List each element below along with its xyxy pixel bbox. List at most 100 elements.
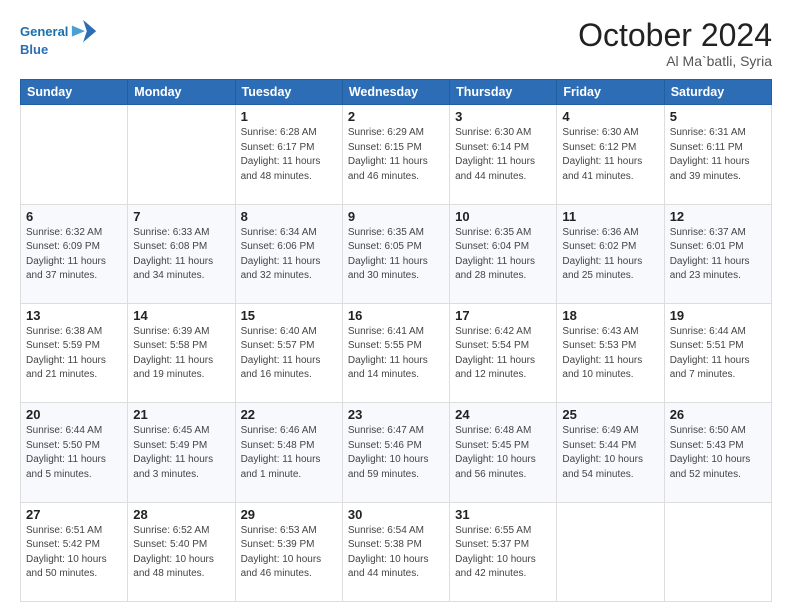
day-info: Sunrise: 6:49 AM Sunset: 5:44 PM Dayligh… xyxy=(562,424,658,482)
day-number: 23 xyxy=(348,407,444,422)
day-info: Sunrise: 6:46 AM Sunset: 5:48 PM Dayligh… xyxy=(241,424,337,482)
day-info: Sunrise: 6:54 AM Sunset: 5:38 PM Dayligh… xyxy=(348,524,444,582)
day-number: 8 xyxy=(241,209,337,224)
day-info: Sunrise: 6:31 AM Sunset: 6:11 PM Dayligh… xyxy=(670,126,766,184)
calendar-cell: 12 Sunrise: 6:37 AM Sunset: 6:01 PM Dayli… xyxy=(664,204,771,303)
day-info: Sunrise: 6:52 AM Sunset: 5:40 PM Dayligh… xyxy=(133,524,229,582)
month-title: October 2024 xyxy=(578,18,772,53)
day-number: 28 xyxy=(133,507,229,522)
day-info: Sunrise: 6:55 AM Sunset: 5:37 PM Dayligh… xyxy=(455,524,551,582)
weekday-header-monday: Monday xyxy=(128,80,235,105)
calendar-cell: 15 Sunrise: 6:40 AM Sunset: 5:57 PM Dayli… xyxy=(235,303,342,402)
day-number: 30 xyxy=(348,507,444,522)
day-info: Sunrise: 6:42 AM Sunset: 5:54 PM Dayligh… xyxy=(455,325,551,383)
day-info: Sunrise: 6:32 AM Sunset: 6:09 PM Dayligh… xyxy=(26,226,122,284)
day-number: 25 xyxy=(562,407,658,422)
calendar-cell xyxy=(557,502,664,601)
day-info: Sunrise: 6:36 AM Sunset: 6:02 PM Dayligh… xyxy=(562,226,658,284)
calendar-cell: 27Sunrise: 6:51 AM Sunset: 5:42 PM Dayli… xyxy=(21,502,128,601)
logo-text: General xyxy=(20,24,68,40)
calendar-cell: 20Sunrise: 6:44 AM Sunset: 5:50 PM Dayli… xyxy=(21,403,128,502)
day-info: Sunrise: 6:30 AM Sunset: 6:12 PM Dayligh… xyxy=(562,126,658,184)
day-number: 24 xyxy=(455,407,551,422)
day-number: 15 xyxy=(241,308,337,323)
calendar-cell: 22 Sunrise: 6:46 AM Sunset: 5:48 PM Dayli… xyxy=(235,403,342,502)
calendar-cell: 5 Sunrise: 6:31 AM Sunset: 6:11 PM Daylig… xyxy=(664,105,771,204)
location-title: Al Ma`batli, Syria xyxy=(578,53,772,69)
day-info: Sunrise: 6:39 AM Sunset: 5:58 PM Dayligh… xyxy=(133,325,229,383)
calendar-table: SundayMondayTuesdayWednesdayThursdayFrid… xyxy=(20,79,772,602)
day-number: 17 xyxy=(455,308,551,323)
calendar-cell: 8Sunrise: 6:34 AM Sunset: 6:06 PM Daylig… xyxy=(235,204,342,303)
calendar-cell xyxy=(21,105,128,204)
calendar-cell: 23Sunrise: 6:47 AM Sunset: 5:46 PM Dayli… xyxy=(342,403,449,502)
day-number: 21 xyxy=(133,407,229,422)
header: General Blue October 2024 Al Ma`batli, S… xyxy=(20,18,772,69)
day-number: 7 xyxy=(133,209,229,224)
calendar-week-2: 6 Sunrise: 6:32 AM Sunset: 6:09 PM Daylig… xyxy=(21,204,772,303)
calendar-cell: 4 Sunrise: 6:30 AM Sunset: 6:12 PM Daylig… xyxy=(557,105,664,204)
calendar-cell: 19Sunrise: 6:44 AM Sunset: 5:51 PM Dayli… xyxy=(664,303,771,402)
day-number: 31 xyxy=(455,507,551,522)
calendar-cell: 25 Sunrise: 6:49 AM Sunset: 5:44 PM Dayli… xyxy=(557,403,664,502)
logo-icon xyxy=(70,18,98,46)
calendar-cell: 6 Sunrise: 6:32 AM Sunset: 6:09 PM Daylig… xyxy=(21,204,128,303)
day-number: 29 xyxy=(241,507,337,522)
day-info: Sunrise: 6:28 AM Sunset: 6:17 PM Dayligh… xyxy=(241,126,337,184)
day-number: 1 xyxy=(241,109,337,124)
title-block: October 2024 Al Ma`batli, Syria xyxy=(578,18,772,69)
calendar-cell: 21 Sunrise: 6:45 AM Sunset: 5:49 PM Dayli… xyxy=(128,403,235,502)
day-info: Sunrise: 6:33 AM Sunset: 6:08 PM Dayligh… xyxy=(133,226,229,284)
day-number: 5 xyxy=(670,109,766,124)
calendar-cell: 7 Sunrise: 6:33 AM Sunset: 6:08 PM Daylig… xyxy=(128,204,235,303)
calendar-cell xyxy=(128,105,235,204)
logo: General Blue xyxy=(20,18,98,58)
calendar-week-5: 27Sunrise: 6:51 AM Sunset: 5:42 PM Dayli… xyxy=(21,502,772,601)
day-number: 14 xyxy=(133,308,229,323)
day-info: Sunrise: 6:45 AM Sunset: 5:49 PM Dayligh… xyxy=(133,424,229,482)
day-info: Sunrise: 6:41 AM Sunset: 5:55 PM Dayligh… xyxy=(348,325,444,383)
day-number: 6 xyxy=(26,209,122,224)
calendar-cell: 29 Sunrise: 6:53 AM Sunset: 5:39 PM Dayli… xyxy=(235,502,342,601)
weekday-header-friday: Friday xyxy=(557,80,664,105)
calendar-cell: 11 Sunrise: 6:36 AM Sunset: 6:02 PM Dayli… xyxy=(557,204,664,303)
calendar-cell: 9Sunrise: 6:35 AM Sunset: 6:05 PM Daylig… xyxy=(342,204,449,303)
calendar-cell: 24Sunrise: 6:48 AM Sunset: 5:45 PM Dayli… xyxy=(450,403,557,502)
calendar-cell: 30 Sunrise: 6:54 AM Sunset: 5:38 PM Dayli… xyxy=(342,502,449,601)
day-number: 10 xyxy=(455,209,551,224)
day-info: Sunrise: 6:29 AM Sunset: 6:15 PM Dayligh… xyxy=(348,126,444,184)
calendar-week-4: 20Sunrise: 6:44 AM Sunset: 5:50 PM Dayli… xyxy=(21,403,772,502)
calendar-cell: 13Sunrise: 6:38 AM Sunset: 5:59 PM Dayli… xyxy=(21,303,128,402)
day-info: Sunrise: 6:30 AM Sunset: 6:14 PM Dayligh… xyxy=(455,126,551,184)
day-number: 22 xyxy=(241,407,337,422)
weekday-header-tuesday: Tuesday xyxy=(235,80,342,105)
calendar-week-1: 1 Sunrise: 6:28 AM Sunset: 6:17 PM Daylig… xyxy=(21,105,772,204)
weekday-header-thursday: Thursday xyxy=(450,80,557,105)
calendar-cell xyxy=(664,502,771,601)
day-number: 18 xyxy=(562,308,658,323)
day-number: 26 xyxy=(670,407,766,422)
calendar-cell: 18 Sunrise: 6:43 AM Sunset: 5:53 PM Dayli… xyxy=(557,303,664,402)
day-number: 19 xyxy=(670,308,766,323)
day-number: 11 xyxy=(562,209,658,224)
day-info: Sunrise: 6:40 AM Sunset: 5:57 PM Dayligh… xyxy=(241,325,337,383)
calendar-cell: 16 Sunrise: 6:41 AM Sunset: 5:55 PM Dayli… xyxy=(342,303,449,402)
day-info: Sunrise: 6:43 AM Sunset: 5:53 PM Dayligh… xyxy=(562,325,658,383)
day-info: Sunrise: 6:38 AM Sunset: 5:59 PM Dayligh… xyxy=(26,325,122,383)
day-info: Sunrise: 6:37 AM Sunset: 6:01 PM Dayligh… xyxy=(670,226,766,284)
calendar-cell: 2Sunrise: 6:29 AM Sunset: 6:15 PM Daylig… xyxy=(342,105,449,204)
day-number: 4 xyxy=(562,109,658,124)
calendar-week-3: 13Sunrise: 6:38 AM Sunset: 5:59 PM Dayli… xyxy=(21,303,772,402)
day-number: 16 xyxy=(348,308,444,323)
weekday-header-saturday: Saturday xyxy=(664,80,771,105)
page: General Blue October 2024 Al Ma`batli, S… xyxy=(0,0,792,612)
day-number: 27 xyxy=(26,507,122,522)
calendar-cell: 31 Sunrise: 6:55 AM Sunset: 5:37 PM Dayli… xyxy=(450,502,557,601)
day-number: 12 xyxy=(670,209,766,224)
calendar-cell: 10Sunrise: 6:35 AM Sunset: 6:04 PM Dayli… xyxy=(450,204,557,303)
calendar-cell: 3Sunrise: 6:30 AM Sunset: 6:14 PM Daylig… xyxy=(450,105,557,204)
weekday-header-sunday: Sunday xyxy=(21,80,128,105)
weekday-header-wednesday: Wednesday xyxy=(342,80,449,105)
day-info: Sunrise: 6:53 AM Sunset: 5:39 PM Dayligh… xyxy=(241,524,337,582)
logo-text-blue: Blue xyxy=(20,42,48,58)
